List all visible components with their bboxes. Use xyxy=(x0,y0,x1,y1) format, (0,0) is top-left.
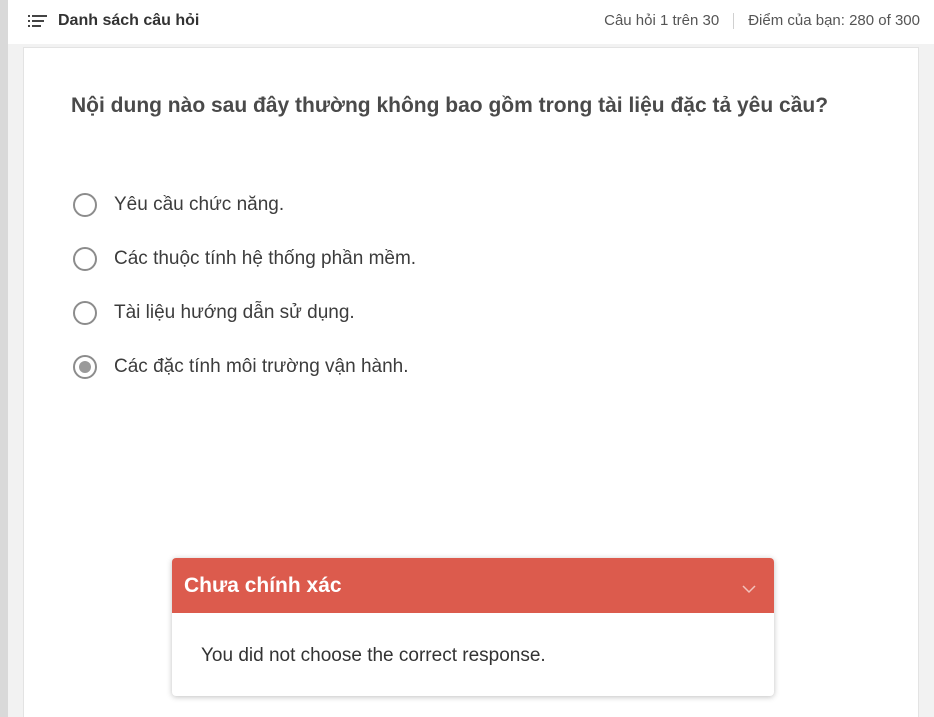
radio-button[interactable] xyxy=(73,247,97,271)
answer-option-label: Yêu cầu chức năng. xyxy=(114,194,285,215)
top-bar: Danh sách câu hỏi Câu hỏi 1 trên 30 Điểm… xyxy=(8,0,934,44)
answer-option-label: Tài liệu hướng dẫn sử dụng. xyxy=(114,302,355,323)
feedback-header[interactable]: Chưa chính xác xyxy=(172,558,774,613)
quiz-page: Danh sách câu hỏi Câu hỏi 1 trên 30 Điểm… xyxy=(0,0,934,717)
answer-option-1[interactable]: Yêu cầu chức năng. xyxy=(73,190,416,220)
answer-option-3[interactable]: Tài liệu hướng dẫn sử dụng. xyxy=(73,298,416,328)
question-card: Nội dung nào sau đây thường không bao gồ… xyxy=(23,47,919,717)
question-list-label: Danh sách câu hỏi xyxy=(58,12,200,29)
answer-option-4[interactable]: Các đặc tính môi trường vận hành. xyxy=(73,352,416,382)
answer-option-label: Các đặc tính môi trường vận hành. xyxy=(114,356,409,377)
chevron-down-icon[interactable] xyxy=(742,581,756,593)
left-edge xyxy=(0,0,8,717)
radio-button-selected[interactable] xyxy=(73,355,97,379)
feedback-message: You did not choose the correct response. xyxy=(201,645,546,666)
answer-options: Yêu cầu chức năng. Các thuộc tính hệ thố… xyxy=(73,190,416,406)
feedback-title: Chưa chính xác xyxy=(184,573,342,597)
answer-option-label: Các thuộc tính hệ thống phần mềm. xyxy=(114,248,417,269)
feedback-panel: Chưa chính xác You did not choose the co… xyxy=(172,558,774,696)
radio-button[interactable] xyxy=(73,193,97,217)
divider xyxy=(733,12,735,29)
question-counter: Câu hỏi 1 trên 30 xyxy=(604,12,720,29)
radio-button[interactable] xyxy=(73,301,97,325)
question-text: Nội dung nào sau đây thường không bao gồ… xyxy=(71,94,829,117)
answer-option-2[interactable]: Các thuộc tính hệ thống phần mềm. xyxy=(73,244,416,274)
question-list-button[interactable]: Danh sách câu hỏi xyxy=(28,10,199,32)
score-text: Điểm của bạn: 280 of 300 xyxy=(748,12,920,29)
quiz-meta: Câu hỏi 1 trên 30 Điểm của bạn: 280 of 3… xyxy=(604,12,920,29)
list-icon xyxy=(28,14,48,28)
